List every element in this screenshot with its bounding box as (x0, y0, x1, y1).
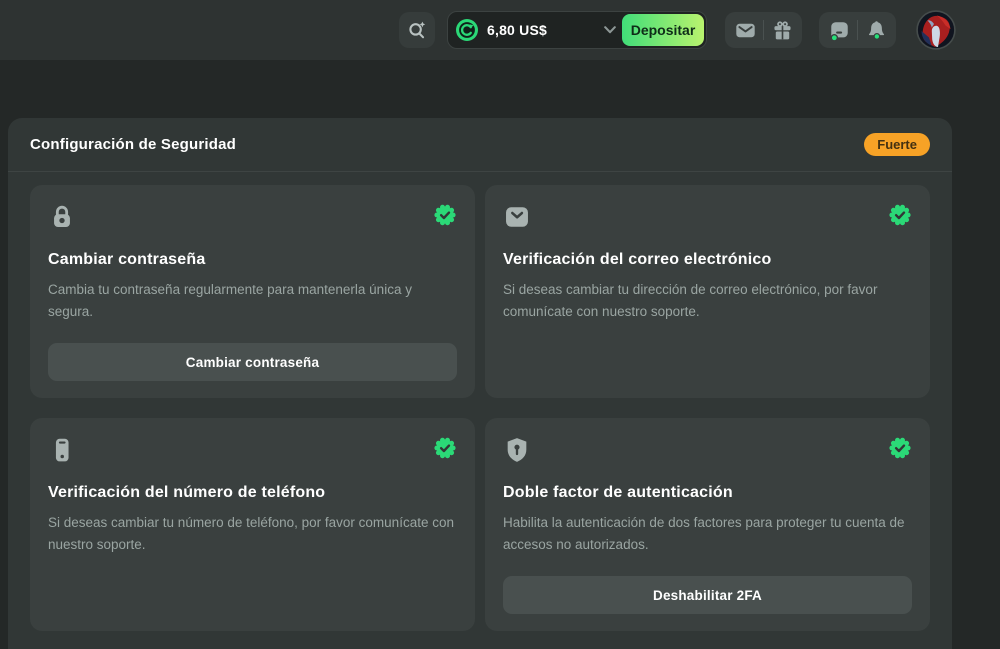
card-description: Si deseas cambiar tu número de teléfono,… (48, 512, 457, 556)
shield-key-icon (503, 436, 531, 464)
verified-badge-icon (433, 436, 457, 460)
gift-icon (771, 19, 794, 42)
group-divider (857, 20, 858, 40)
chat-icon (828, 19, 851, 42)
page-title: Configuración de Seguridad (30, 136, 236, 153)
security-card: Doble factor de autenticación Habilita l… (485, 418, 930, 631)
bell-icon (865, 19, 888, 42)
card-action-button[interactable]: Cambiar contraseña (48, 343, 457, 381)
notifications-button[interactable] (862, 16, 890, 44)
card-title: Cambiar contraseña (48, 251, 457, 269)
verified-badge-icon (433, 203, 457, 227)
card-action-button[interactable]: Deshabilitar 2FA (503, 576, 912, 614)
security-card: Verificación del correo electrónico Si d… (485, 185, 930, 398)
mail-icon (734, 19, 757, 42)
card-title: Verificación del número de teléfono (48, 484, 457, 502)
card-description: Si deseas cambiar tu dirección de correo… (503, 279, 912, 323)
security-card: Cambiar contraseña Cambia tu contraseña … (30, 185, 475, 398)
wallet-selector[interactable]: 6,80 US$ Depositar (447, 11, 707, 49)
gift-button[interactable] (768, 16, 796, 44)
security-card: Verificación del número de teléfono Si d… (30, 418, 475, 631)
verified-badge-icon (888, 203, 912, 227)
mail-envelope-icon (503, 203, 531, 231)
security-settings-panel: Configuración de Seguridad Fuerte Cambia… (8, 118, 952, 649)
coin-icon (455, 18, 479, 42)
security-cards-grid: Cambiar contraseña Cambia tu contraseña … (8, 172, 952, 631)
panel-header: Configuración de Seguridad Fuerte (8, 118, 952, 172)
card-title: Verificación del correo electrónico (503, 251, 912, 269)
verified-badge-icon (888, 436, 912, 460)
group-divider (763, 20, 764, 40)
card-description: Habilita la autenticación de dos factore… (503, 512, 912, 556)
chevron-down-icon (604, 26, 616, 34)
chat-button[interactable] (825, 16, 853, 44)
mail-button[interactable] (731, 16, 759, 44)
topbar: 6,80 US$ Depositar (0, 0, 1000, 60)
phone-icon (48, 436, 76, 464)
avatar[interactable] (916, 10, 956, 50)
card-description: Cambia tu contraseña regularmente para m… (48, 279, 457, 323)
wallet-balance: 6,80 US$ (487, 22, 547, 38)
search-button[interactable] (399, 12, 435, 48)
search-sparkle-icon (406, 19, 428, 41)
mail-gift-group (725, 12, 802, 48)
card-title: Doble factor de autenticación (503, 484, 912, 502)
chat-bell-group (819, 12, 896, 48)
strength-badge: Fuerte (864, 133, 930, 156)
deposit-button[interactable]: Depositar (622, 14, 704, 46)
lock-icon (48, 203, 76, 231)
